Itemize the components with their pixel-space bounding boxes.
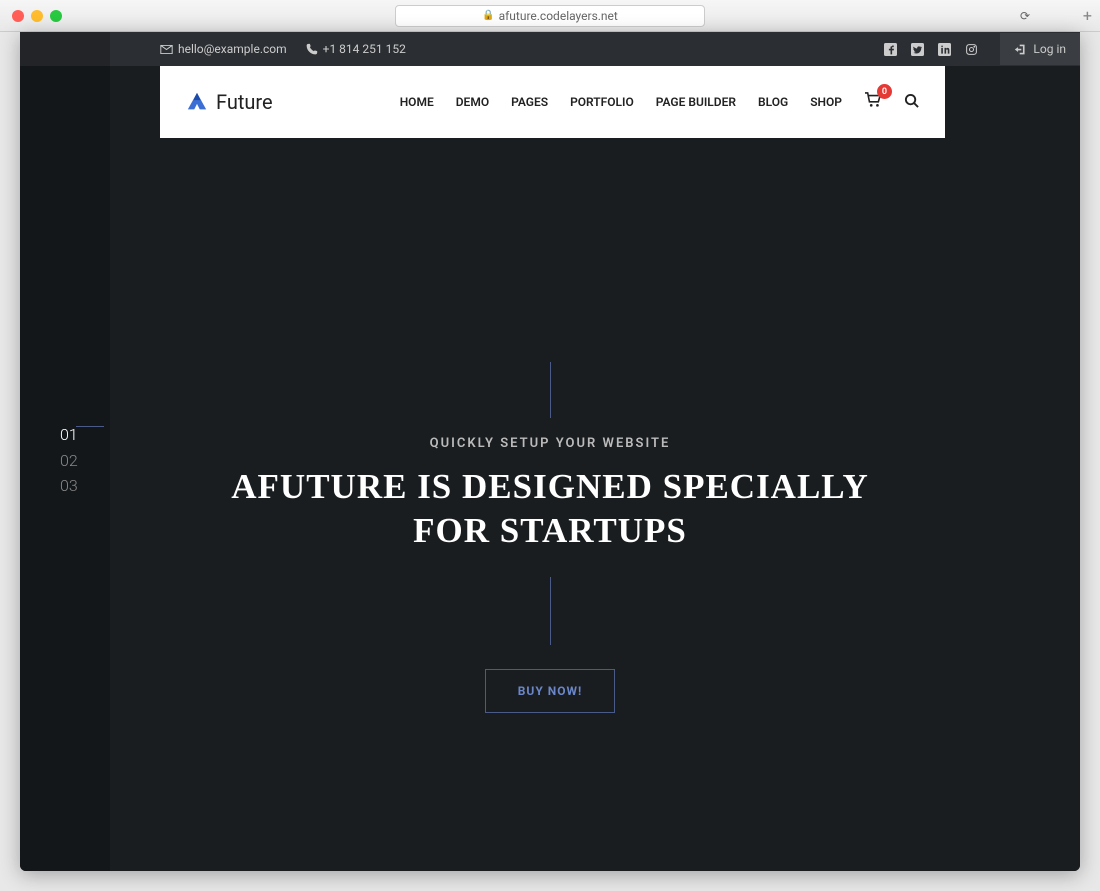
counter-indicator bbox=[76, 426, 104, 427]
email-text: hello@example.com bbox=[178, 42, 287, 56]
new-tab-button[interactable]: + bbox=[1083, 6, 1092, 25]
navbar: Future HOME DEMO PAGES PORTFOLIO PAGE BU… bbox=[160, 66, 945, 138]
topbar-right: Log in bbox=[884, 42, 1062, 56]
nav-home[interactable]: HOME bbox=[400, 95, 434, 109]
divider-line bbox=[550, 362, 551, 418]
slide-02[interactable]: 02 bbox=[60, 448, 78, 474]
browser-chrome: 🔒 afuture.codelayers.net ⟳ + bbox=[0, 0, 1100, 32]
login-icon bbox=[1014, 43, 1027, 56]
buy-now-button[interactable]: BUY NOW! bbox=[485, 669, 615, 713]
instagram-icon[interactable] bbox=[965, 43, 978, 56]
slide-03[interactable]: 03 bbox=[60, 473, 78, 499]
hero-headline: AFUTURE IS DESIGNED SPECIALLY FOR STARTU… bbox=[200, 465, 900, 553]
search-icon bbox=[904, 93, 919, 108]
maximize-window-button[interactable] bbox=[50, 10, 62, 22]
login-button[interactable]: Log in bbox=[1000, 33, 1080, 65]
close-window-button[interactable] bbox=[12, 10, 24, 22]
divider-line bbox=[550, 577, 551, 645]
facebook-icon[interactable] bbox=[884, 43, 897, 56]
topbar-contact: hello@example.com +1 814 251 152 bbox=[160, 42, 406, 56]
lock-icon: 🔒 bbox=[482, 10, 494, 21]
nav-portfolio[interactable]: PORTFOLIO bbox=[570, 95, 634, 109]
nav-links: HOME DEMO PAGES PORTFOLIO PAGE BUILDER B… bbox=[400, 92, 919, 112]
cart-button[interactable]: 0 bbox=[864, 92, 882, 112]
nav-page-builder[interactable]: PAGE BUILDER bbox=[656, 95, 736, 109]
logo[interactable]: Future bbox=[186, 90, 273, 114]
linkedin-icon[interactable] bbox=[938, 43, 951, 56]
envelope-icon bbox=[160, 43, 173, 56]
topbar: hello@example.com +1 814 251 152 Log in bbox=[20, 32, 1080, 66]
search-button[interactable] bbox=[904, 93, 919, 112]
logo-text: Future bbox=[216, 90, 273, 114]
social-links bbox=[884, 43, 978, 56]
boat-silhouette bbox=[905, 462, 907, 490]
nav-pages[interactable]: PAGES bbox=[511, 95, 548, 109]
page-viewport: hello@example.com +1 814 251 152 Log in bbox=[20, 32, 1080, 871]
nav-shop[interactable]: SHOP bbox=[810, 95, 842, 109]
window-controls bbox=[12, 10, 62, 22]
phone-link[interactable]: +1 814 251 152 bbox=[305, 42, 406, 56]
email-link[interactable]: hello@example.com bbox=[160, 42, 287, 56]
phone-icon bbox=[305, 43, 318, 56]
minimize-window-button[interactable] bbox=[31, 10, 43, 22]
boat-silhouette bbox=[970, 537, 972, 567]
twitter-icon[interactable] bbox=[911, 43, 924, 56]
logo-icon bbox=[186, 91, 208, 113]
cart-badge: 0 bbox=[877, 84, 892, 99]
login-label: Log in bbox=[1033, 42, 1066, 56]
phone-text: +1 814 251 152 bbox=[323, 42, 406, 56]
url-bar[interactable]: 🔒 afuture.codelayers.net bbox=[395, 5, 705, 27]
nav-demo[interactable]: DEMO bbox=[456, 95, 489, 109]
hero-subtitle: QUICKLY SETUP YOUR WEBSITE bbox=[200, 436, 900, 451]
nav-blog[interactable]: BLOG bbox=[758, 95, 788, 109]
reload-button[interactable]: ⟳ bbox=[1020, 9, 1030, 23]
url-text: afuture.codelayers.net bbox=[499, 9, 618, 23]
hero-content: QUICKLY SETUP YOUR WEBSITE AFUTURE IS DE… bbox=[200, 362, 900, 713]
slide-counter: 01 02 03 bbox=[60, 422, 78, 499]
